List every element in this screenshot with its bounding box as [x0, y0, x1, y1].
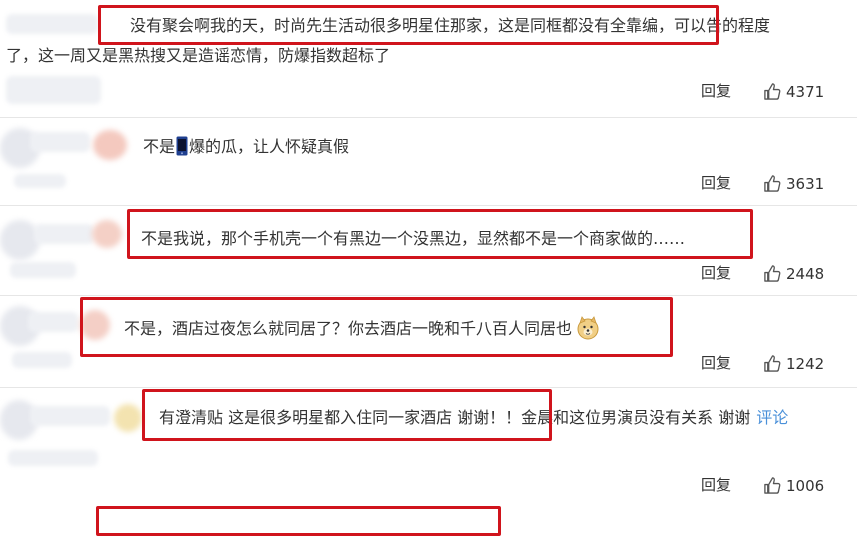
comment-text-part: 爆的瓜，让人怀疑真假 — [189, 137, 350, 156]
like-count: 4371 — [786, 82, 825, 101]
username-blurred — [34, 224, 94, 244]
avatar-blurred — [114, 404, 142, 432]
like-button[interactable]: 2448 — [763, 264, 824, 283]
comment-text-continued: 了，这一周又是黑热搜又是造谣恋情，防爆指数超标了 — [6, 46, 391, 65]
reply-button[interactable]: 回复 — [701, 262, 731, 283]
like-count: 3631 — [786, 174, 825, 193]
avatar-blurred — [93, 130, 127, 160]
username-blurred — [10, 262, 76, 278]
username-blurred — [6, 14, 98, 34]
username-blurred — [30, 132, 90, 152]
comment-item: 不是 爆的瓜，让人怀疑真假 回复 3631 — [0, 118, 857, 206]
like-count: 2448 — [786, 264, 825, 283]
like-button[interactable]: 1006 — [763, 476, 824, 495]
thumbs-up-icon — [764, 175, 781, 192]
thumbs-up-icon — [764, 265, 781, 282]
comment-item: 没有聚会啊我的天，时尚先生活动很多明星住那家，这是同框都没有全靠编，可以告的程度… — [0, 0, 857, 118]
comment-text: 不是 爆的瓜，让人怀疑真假 — [143, 135, 349, 159]
reply-button[interactable]: 回复 — [701, 352, 731, 373]
like-count: 1006 — [786, 476, 825, 495]
like-button[interactable]: 4371 — [763, 82, 824, 101]
username-blurred — [28, 312, 78, 332]
highlight-box — [80, 297, 673, 357]
like-button[interactable]: 1242 — [763, 354, 824, 373]
username-blurred — [12, 352, 72, 368]
highlight-box — [142, 389, 552, 441]
comment-feed: 没有聚会啊我的天，时尚先生活动很多明星住那家，这是同框都没有全靠编，可以告的程度… — [0, 0, 857, 536]
username-blurred — [30, 406, 110, 426]
like-count: 1242 — [786, 354, 825, 373]
thumbs-up-icon — [764, 83, 781, 100]
avatar-blurred — [6, 76, 101, 104]
username-blurred — [8, 450, 98, 466]
thumbs-up-icon — [764, 477, 781, 494]
reply-button[interactable]: 回复 — [701, 474, 731, 495]
reply-button[interactable]: 回复 — [701, 80, 731, 101]
thumbs-up-icon — [764, 355, 781, 372]
comment-text-part: 不是 — [143, 137, 176, 156]
comment-item: 不是，酒店过夜怎么就同居了？你去酒店一晚和千八百人同居也 回复 1242 — [0, 296, 857, 388]
highlight-box — [127, 209, 753, 259]
comment-item: 不是我说，那个手机壳一个有黑边一个没黑边，显然都不是一个商家做的…… 回复 24… — [0, 206, 857, 296]
comment-item: 有澄清贴 这是很多明星都入住同一家酒店 谢谢！！金晨和这位男演员没有关系 谢谢评… — [0, 388, 857, 536]
phone-icon — [176, 136, 188, 156]
highlight-box — [96, 506, 501, 536]
comment-link[interactable]: 评论 — [756, 408, 788, 427]
avatar-blurred — [92, 220, 122, 248]
highlight-box — [98, 5, 719, 45]
username-blurred — [14, 174, 66, 188]
reply-button[interactable]: 回复 — [701, 172, 731, 193]
like-button[interactable]: 3631 — [763, 174, 824, 193]
